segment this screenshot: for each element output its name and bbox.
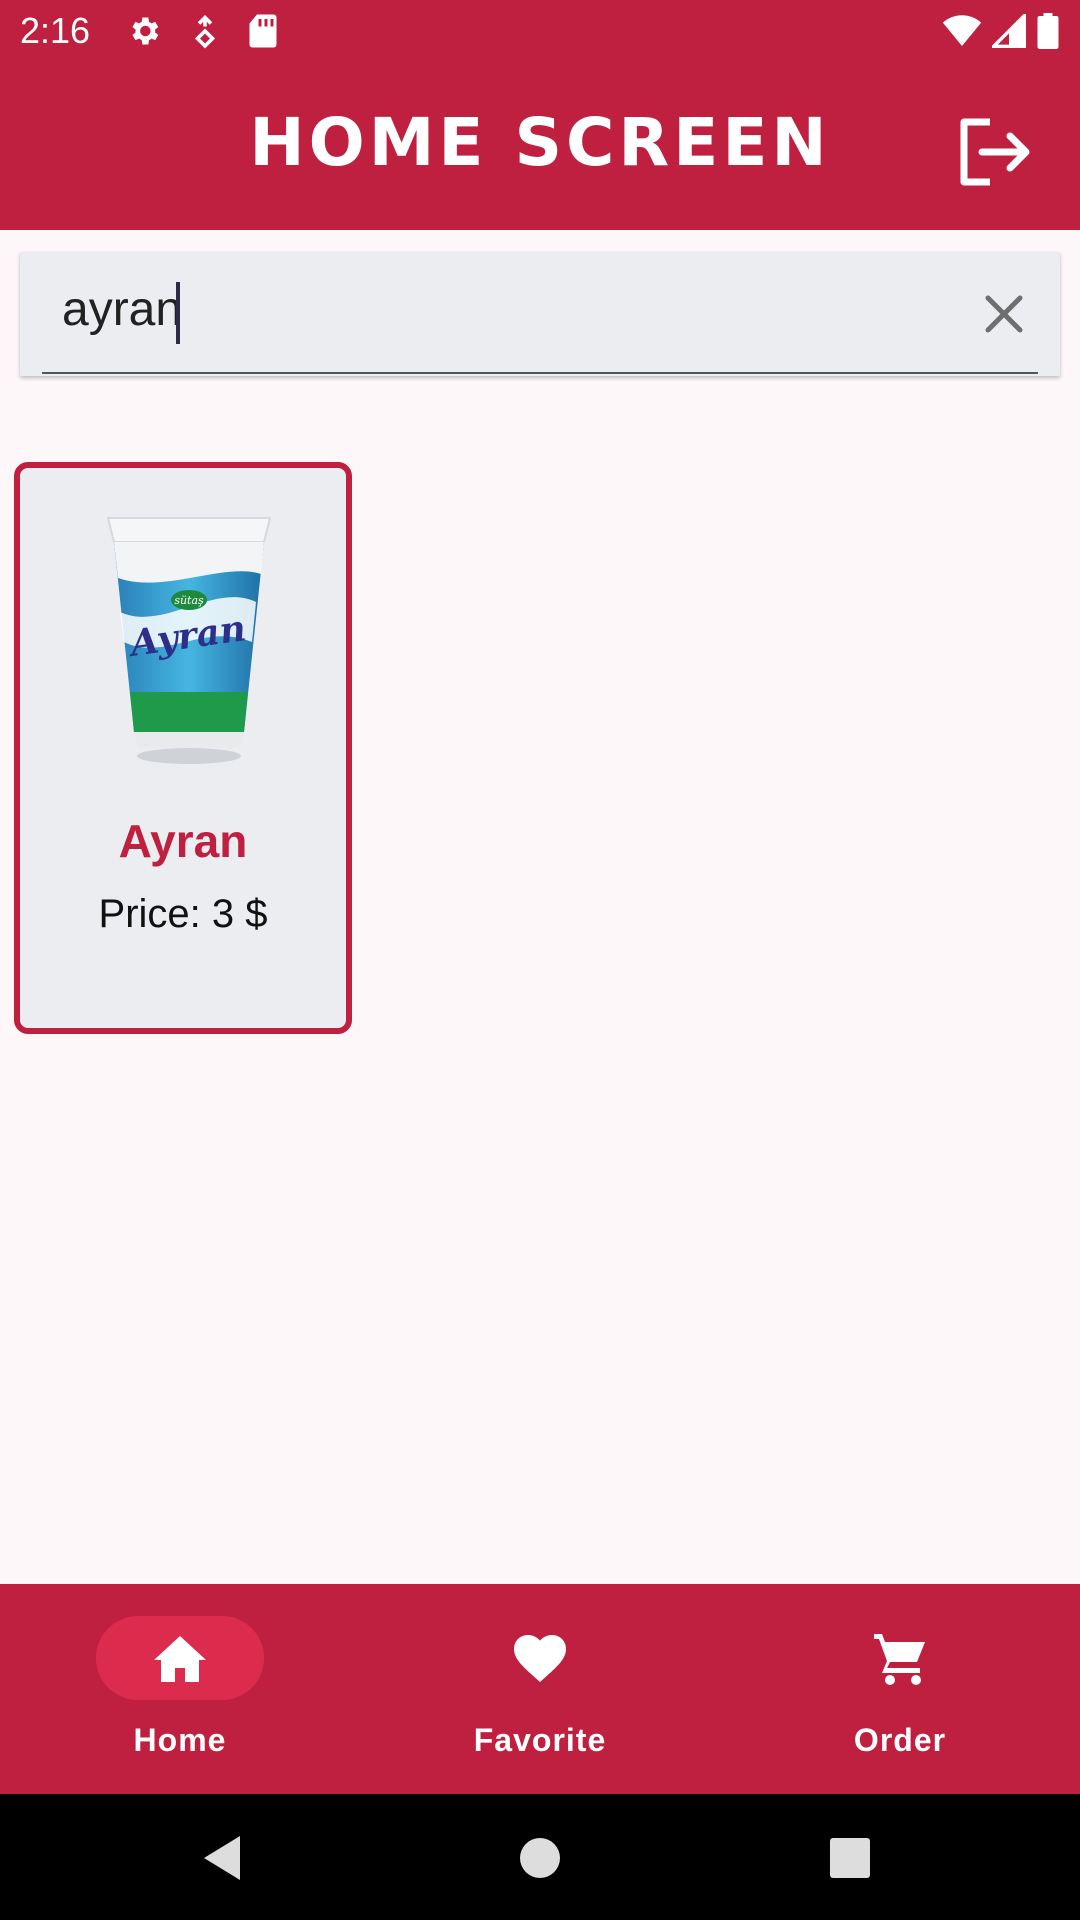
sd-card-icon (249, 14, 277, 48)
settings-icon (132, 17, 159, 45)
text-caret (176, 282, 180, 344)
home-circle-icon[interactable] (510, 1828, 570, 1888)
product-image: sütaş Ayran (104, 512, 274, 768)
nav-item-favorite[interactable]: Favorite (360, 1584, 720, 1794)
recents-icon[interactable] (820, 1828, 880, 1888)
nav-label-favorite: Favorite (473, 1722, 607, 1758)
status-time: 2:16 (20, 10, 91, 51)
page-title: HOME SCREEN (249, 104, 831, 181)
cart-icon (874, 1634, 925, 1685)
heart-icon (514, 1635, 566, 1682)
wifi-icon (942, 15, 982, 46)
location-icon (195, 14, 216, 49)
logout-button[interactable] (956, 112, 1036, 192)
close-icon (985, 295, 1023, 333)
logout-icon (960, 118, 1030, 186)
product-image-brand: sütaş (174, 594, 204, 607)
back-icon[interactable] (196, 1828, 256, 1888)
system-navigation-bar (0, 1794, 1080, 1920)
signal-icon (992, 14, 1026, 48)
status-icons-right (942, 13, 1060, 49)
home-icon (154, 1636, 206, 1682)
battery-icon (1037, 13, 1059, 49)
status-bar: 2:16 (0, 0, 1080, 62)
product-card[interactable]: sütaş Ayran Ayran Price: 3 $ (14, 462, 352, 1034)
product-name: Ayran (118, 815, 248, 867)
nav-label-order: Order (853, 1722, 947, 1758)
status-icons-left (126, 13, 278, 49)
nav-item-home[interactable]: Home (0, 1584, 360, 1794)
nav-label-home: Home (133, 1722, 227, 1758)
search-underline (42, 372, 1038, 374)
clear-search-button[interactable] (980, 290, 1028, 338)
app-bar: HOME SCREEN (0, 62, 1080, 230)
bottom-navigation: Home Favorite Order (0, 1584, 1080, 1794)
nav-item-order[interactable]: Order (720, 1584, 1080, 1794)
product-price: Price: 3 $ (98, 892, 268, 936)
